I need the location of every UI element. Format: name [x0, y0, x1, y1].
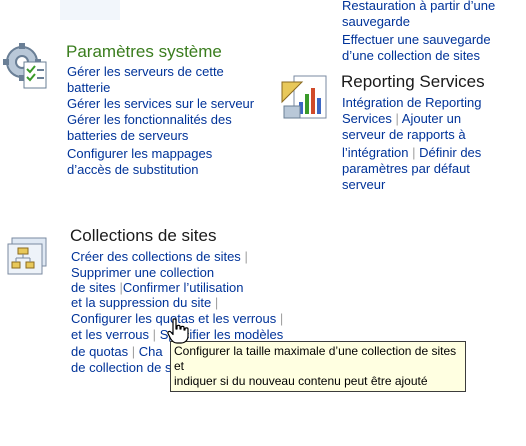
quota-templates-link-2[interactable]: de quotas: [71, 344, 128, 359]
delete-site-collection-link-2[interactable]: de sites: [71, 280, 116, 295]
tooltip-line-1: Configurer la taille maximale d’une coll…: [174, 344, 457, 373]
background-panel: [60, 0, 120, 20]
separator: |: [152, 327, 157, 342]
site-collections-icon: [4, 236, 50, 282]
reporting-services-icon: [280, 72, 330, 122]
site-collections-title: Collections de sites: [70, 226, 217, 245]
rs-integration-link-2[interactable]: Services: [342, 111, 392, 126]
site-backup-line1: Effectuer une sauvegarde: [342, 32, 491, 47]
quota-link-tooltip: Configurer la taille maximale d’une coll…: [170, 341, 466, 392]
server-defaults-link-2[interactable]: paramètres par défaut: [342, 161, 470, 176]
confirm-site-use-link-2[interactable]: et la suppression du site: [71, 295, 211, 310]
add-report-server-link-3[interactable]: l’intégration: [342, 145, 409, 160]
site-backup-link-2[interactable]: d’une collection de sites: [342, 48, 480, 63]
separator: |: [244, 249, 248, 264]
manage-farm-features-link-2[interactable]: batteries de serveurs: [67, 128, 188, 143]
manage-farm-features-link[interactable]: Gérer les fonctionnalités des: [67, 112, 232, 127]
change-site-collection-admin-link[interactable]: Cha: [139, 344, 163, 359]
restore-backup-link-2[interactable]: sauvegarde: [342, 14, 410, 29]
site-backup-line2: d’une collection de sites: [342, 48, 481, 63]
create-site-collections-link[interactable]: Créer des collections de sites: [71, 249, 241, 264]
hand-cursor-icon: [167, 318, 189, 344]
separator: |: [395, 111, 399, 126]
separator: |: [131, 344, 136, 359]
site-backup-link[interactable]: Effectuer une sauvegarde: [342, 32, 491, 47]
configure-quotas-locks-link-2[interactable]: et les verrous: [71, 327, 149, 342]
tooltip-line-2: indiquer si du nouveau contenu peut être…: [174, 374, 428, 388]
server-defaults-link[interactable]: Définir des: [419, 145, 481, 160]
add-report-server-link-2[interactable]: serveur de rapports à: [342, 127, 466, 142]
configure-aam-link-2[interactable]: d’accès de substitution: [67, 162, 199, 177]
restore-backup-line1: Restauration à partir d’une: [342, 0, 496, 13]
system-settings-icon: [2, 42, 50, 90]
server-defaults-link-3[interactable]: serveur: [342, 177, 385, 192]
separator: |: [279, 311, 284, 326]
rs-integration-link[interactable]: Intégration de Reporting: [342, 95, 481, 110]
separator: |: [412, 145, 416, 160]
restore-backup-line2: sauvegarde: [342, 14, 410, 29]
manage-farm-servers-link[interactable]: Gérer les serveurs de cette: [67, 64, 224, 79]
manage-services-link[interactable]: Gérer les services sur le serveur: [67, 96, 254, 111]
add-report-server-link[interactable]: Ajouter un: [402, 111, 461, 126]
reporting-services-title: Reporting Services: [341, 72, 485, 91]
confirm-site-use-link[interactable]: Confirmer l’utilisation: [123, 280, 244, 295]
system-settings-title: Paramètres système: [66, 42, 222, 61]
manage-farm-servers-link-2[interactable]: batterie: [67, 80, 110, 95]
restore-backup-link[interactable]: Restauration à partir d’une: [342, 0, 495, 13]
configure-aam-link[interactable]: Configurer les mappages: [67, 146, 212, 161]
delete-site-collection-link[interactable]: Supprimer une collection: [71, 265, 214, 280]
separator: |: [214, 295, 219, 310]
